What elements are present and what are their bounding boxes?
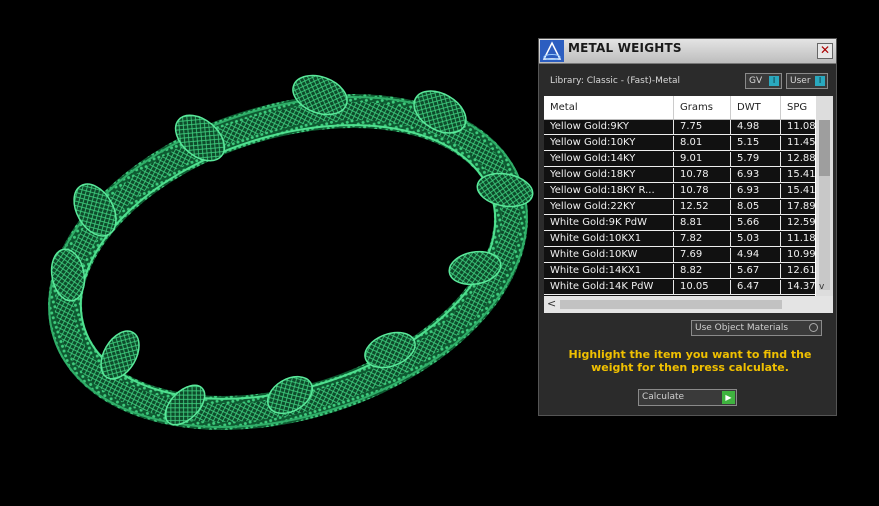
cell-grams: 7.75 [674, 120, 731, 135]
cell-metal: Yellow Gold:14KY [544, 152, 674, 167]
cell-metal: Yellow Gold:10KY [544, 136, 674, 151]
cell-spg: 11.08 [787, 121, 815, 132]
cell-dwt: 6.93 [731, 168, 781, 183]
calculate-label: Calculate [642, 392, 685, 402]
panel-titlebar[interactable]: METAL WEIGHTS ✕ [539, 39, 836, 64]
cell-grams: 10.78 [674, 184, 731, 199]
close-button[interactable]: ✕ [817, 43, 833, 59]
instruction-text: Highlight the item you want to find the … [568, 348, 812, 374]
cell-grams: 10.05 [674, 280, 731, 295]
table-row[interactable]: Yellow Gold:18KY R... 10.78 6.93 15.41 [544, 184, 815, 199]
table-row[interactable]: Yellow Gold:14KY 9.01 5.79 12.88 [544, 152, 815, 167]
use-object-materials-label: Use Object Materials [695, 323, 789, 333]
cell-spg: 10.99 [787, 249, 815, 260]
cell-spg: 11.45 [787, 137, 815, 148]
table-header: Metal Grams DWT SPG [544, 96, 815, 120]
column-header-grams[interactable]: Grams [674, 96, 731, 119]
cell-grams: 9.01 [674, 152, 731, 167]
cell-spg: 12.88 [787, 153, 815, 164]
cell-metal: Yellow Gold:18KY R... [544, 184, 674, 199]
table-row[interactable]: White Gold:10KW 7.69 4.94 10.99 [544, 248, 815, 263]
column-header-dwt[interactable]: DWT [731, 96, 781, 119]
calculate-button[interactable]: Calculate ▶ [638, 389, 737, 406]
use-object-materials-toggle[interactable]: Use Object Materials [691, 320, 822, 336]
user-toggle[interactable]: User I [786, 73, 828, 89]
cell-dwt: 5.15 [731, 136, 781, 151]
cell-spg: 12.59 [787, 217, 815, 228]
table-body: Yellow Gold:9KY 7.75 4.98 11.08 Yellow Gold:… [544, 120, 815, 296]
cell-dwt: 5.79 [731, 152, 781, 167]
cell-metal: White Gold:10KX1 [544, 232, 674, 247]
column-header-spg[interactable]: SPG [781, 96, 815, 119]
table-row[interactable]: Yellow Gold:10KY 8.01 5.15 11.45 [544, 136, 815, 151]
cell-grams: 8.81 [674, 216, 731, 231]
horizontal-scroll-thumb[interactable] [560, 300, 782, 309]
cell-metal: White Gold:14K PdW [544, 280, 674, 295]
cell-grams: 10.78 [674, 168, 731, 183]
user-toggle-label: User [790, 76, 811, 86]
cell-grams: 8.82 [674, 264, 731, 279]
cell-spg: 14.37 [787, 281, 815, 292]
vertical-scrollbar[interactable]: v [816, 96, 833, 296]
cell-dwt: 5.67 [731, 264, 781, 279]
cell-grams: 8.01 [674, 136, 731, 151]
cell-grams: 12.52 [674, 200, 731, 215]
scroll-left-icon[interactable]: < [547, 297, 556, 310]
cell-dwt: 6.93 [731, 184, 781, 199]
user-toggle-indicator-icon: I [815, 76, 825, 86]
play-icon: ▶ [722, 391, 735, 404]
metal-table: Metal Grams DWT SPG Yellow Gold:9KY 7.75 4… [544, 96, 833, 313]
table-row[interactable]: White Gold:9K PdW 8.81 5.66 12.59 [544, 216, 815, 231]
cell-spg: 17.89 [787, 201, 815, 212]
gv-toggle[interactable]: GV I [745, 73, 782, 89]
metal-weights-panel: METAL WEIGHTS ✕ Library: Classic - (Fast… [538, 38, 837, 416]
cell-dwt: 6.47 [731, 280, 781, 295]
library-label: Library: Classic - (Fast)-Metal [550, 76, 681, 86]
cell-dwt: 4.98 [731, 120, 781, 135]
cell-metal: Yellow Gold:18KY [544, 168, 674, 183]
vertical-scroll-thumb[interactable] [819, 120, 830, 176]
cell-metal: Yellow Gold:22KY [544, 200, 674, 215]
gv-toggle-label: GV [749, 76, 763, 86]
table-row[interactable]: Yellow Gold:22KY 12.52 8.05 17.89 [544, 200, 815, 215]
cell-spg: 11.18 [787, 233, 815, 244]
table-row[interactable]: White Gold:14KX1 8.82 5.67 12.61 [544, 264, 815, 279]
table-row[interactable]: Yellow Gold:9KY 7.75 4.98 11.08 [544, 120, 815, 135]
vertical-scroll-track[interactable] [819, 120, 830, 290]
bracelet-model [48, 74, 534, 430]
radio-icon [809, 323, 818, 332]
cell-metal: Yellow Gold:9KY [544, 120, 674, 135]
cell-dwt: 8.05 [731, 200, 781, 215]
table-row[interactable]: Yellow Gold:18KY 10.78 6.93 15.41 [544, 168, 815, 183]
panel-title: METAL WEIGHTS [568, 41, 682, 55]
cell-dwt: 5.03 [731, 232, 781, 247]
column-header-metal[interactable]: Metal [544, 96, 674, 119]
scroll-down-icon[interactable]: v [819, 282, 824, 292]
table-row[interactable]: White Gold:10KX1 7.82 5.03 11.18 [544, 232, 815, 247]
cell-grams: 7.82 [674, 232, 731, 247]
3d-viewport[interactable] [0, 0, 540, 502]
app-logo-icon [540, 40, 564, 62]
table-row[interactable]: White Gold:14K PdW 10.05 6.47 14.37 [544, 280, 815, 295]
cell-dwt: 4.94 [731, 248, 781, 263]
cell-metal: White Gold:10KW [544, 248, 674, 263]
cell-metal: White Gold:14KX1 [544, 264, 674, 279]
cell-metal: White Gold:9K PdW [544, 216, 674, 231]
cell-grams: 7.69 [674, 248, 731, 263]
cell-spg: 15.41 [787, 185, 815, 196]
gv-toggle-indicator-icon: I [769, 76, 779, 86]
cell-dwt: 5.66 [731, 216, 781, 231]
horizontal-scrollbar[interactable]: < [544, 296, 833, 313]
cell-spg: 15.41 [787, 169, 815, 180]
cell-spg: 12.61 [787, 265, 815, 276]
